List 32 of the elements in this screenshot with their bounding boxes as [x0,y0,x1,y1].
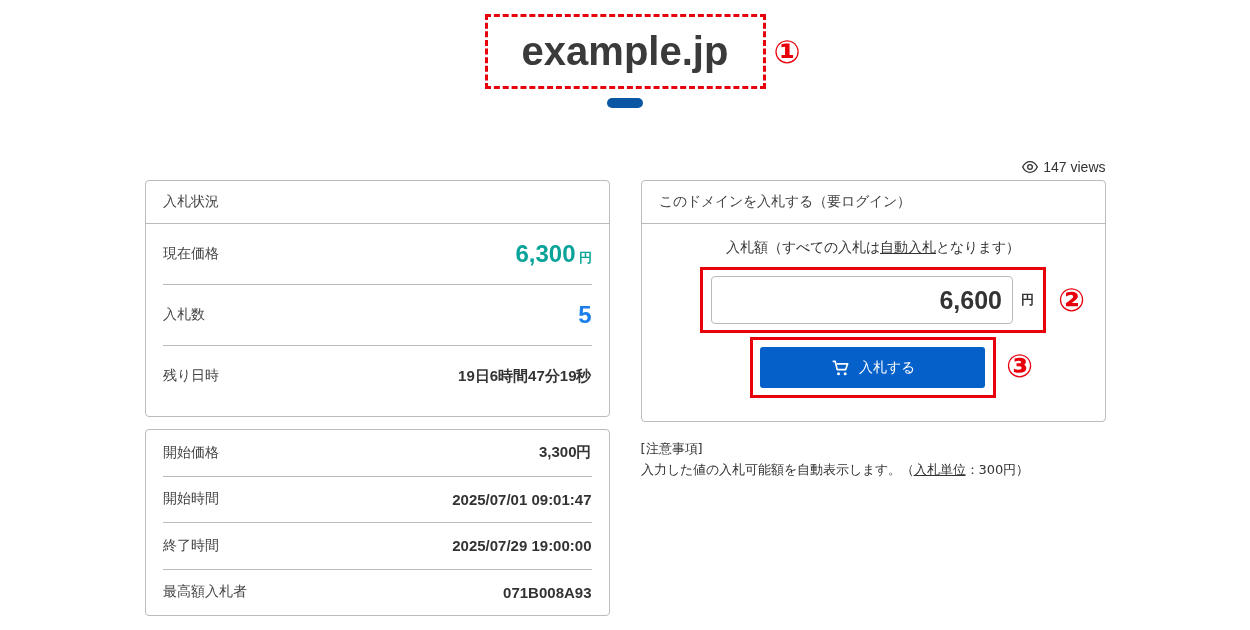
row-label: 開始価格 [162,443,219,462]
bid-amount-field[interactable]: 6,600 [711,276,1013,324]
row-label: 現在価格 [162,245,219,263]
annotation-number: ② [1058,281,1086,319]
row-value: 6,300 [515,240,576,268]
notes-heading: [注意事項] [640,440,704,458]
auto-bid-link[interactable]: 自動入札 [880,239,936,255]
card-title: このドメインを入札する（要ログイン） [641,181,1105,224]
notes-text: 入力した値の入札可能額を自動表示します。（入札単位：300円） [640,461,1031,479]
row-value: 2025/07/29 19:00:00 [452,537,592,555]
site-title: example.jp [521,29,729,74]
indicator-bar [607,98,643,108]
bid-prompt: 入札額（すべての入札は 自動入札となります） [726,239,1020,257]
row-value: 3,300円 [538,443,592,463]
card-title: 入札状況 [145,181,609,224]
eye-icon [1022,159,1039,175]
row-label: 残り日時 [162,367,219,385]
currency-unit: 円 [578,249,592,267]
annotation-number: ③ [1006,346,1034,385]
row-value: 2025/07/01 09:01:47 [452,490,592,508]
bid-button[interactable]: 入札する [760,347,985,388]
row-value: 19日6時間47分19秒 [458,366,592,386]
row-value: 071B008A93 [503,583,592,601]
row-label: 入札数 [162,306,205,324]
annotation-number: ① [773,32,801,71]
bid-unit-link[interactable]: 入札単位 [913,462,966,477]
row-value: 5 [578,301,592,329]
currency-unit: 円 [1021,291,1034,309]
row-label: 開始時間 [162,490,219,509]
row-label: 終了時間 [162,536,219,555]
row-label: 最高額入札者 [162,583,247,602]
view-count-text: 147 views [1043,159,1106,175]
